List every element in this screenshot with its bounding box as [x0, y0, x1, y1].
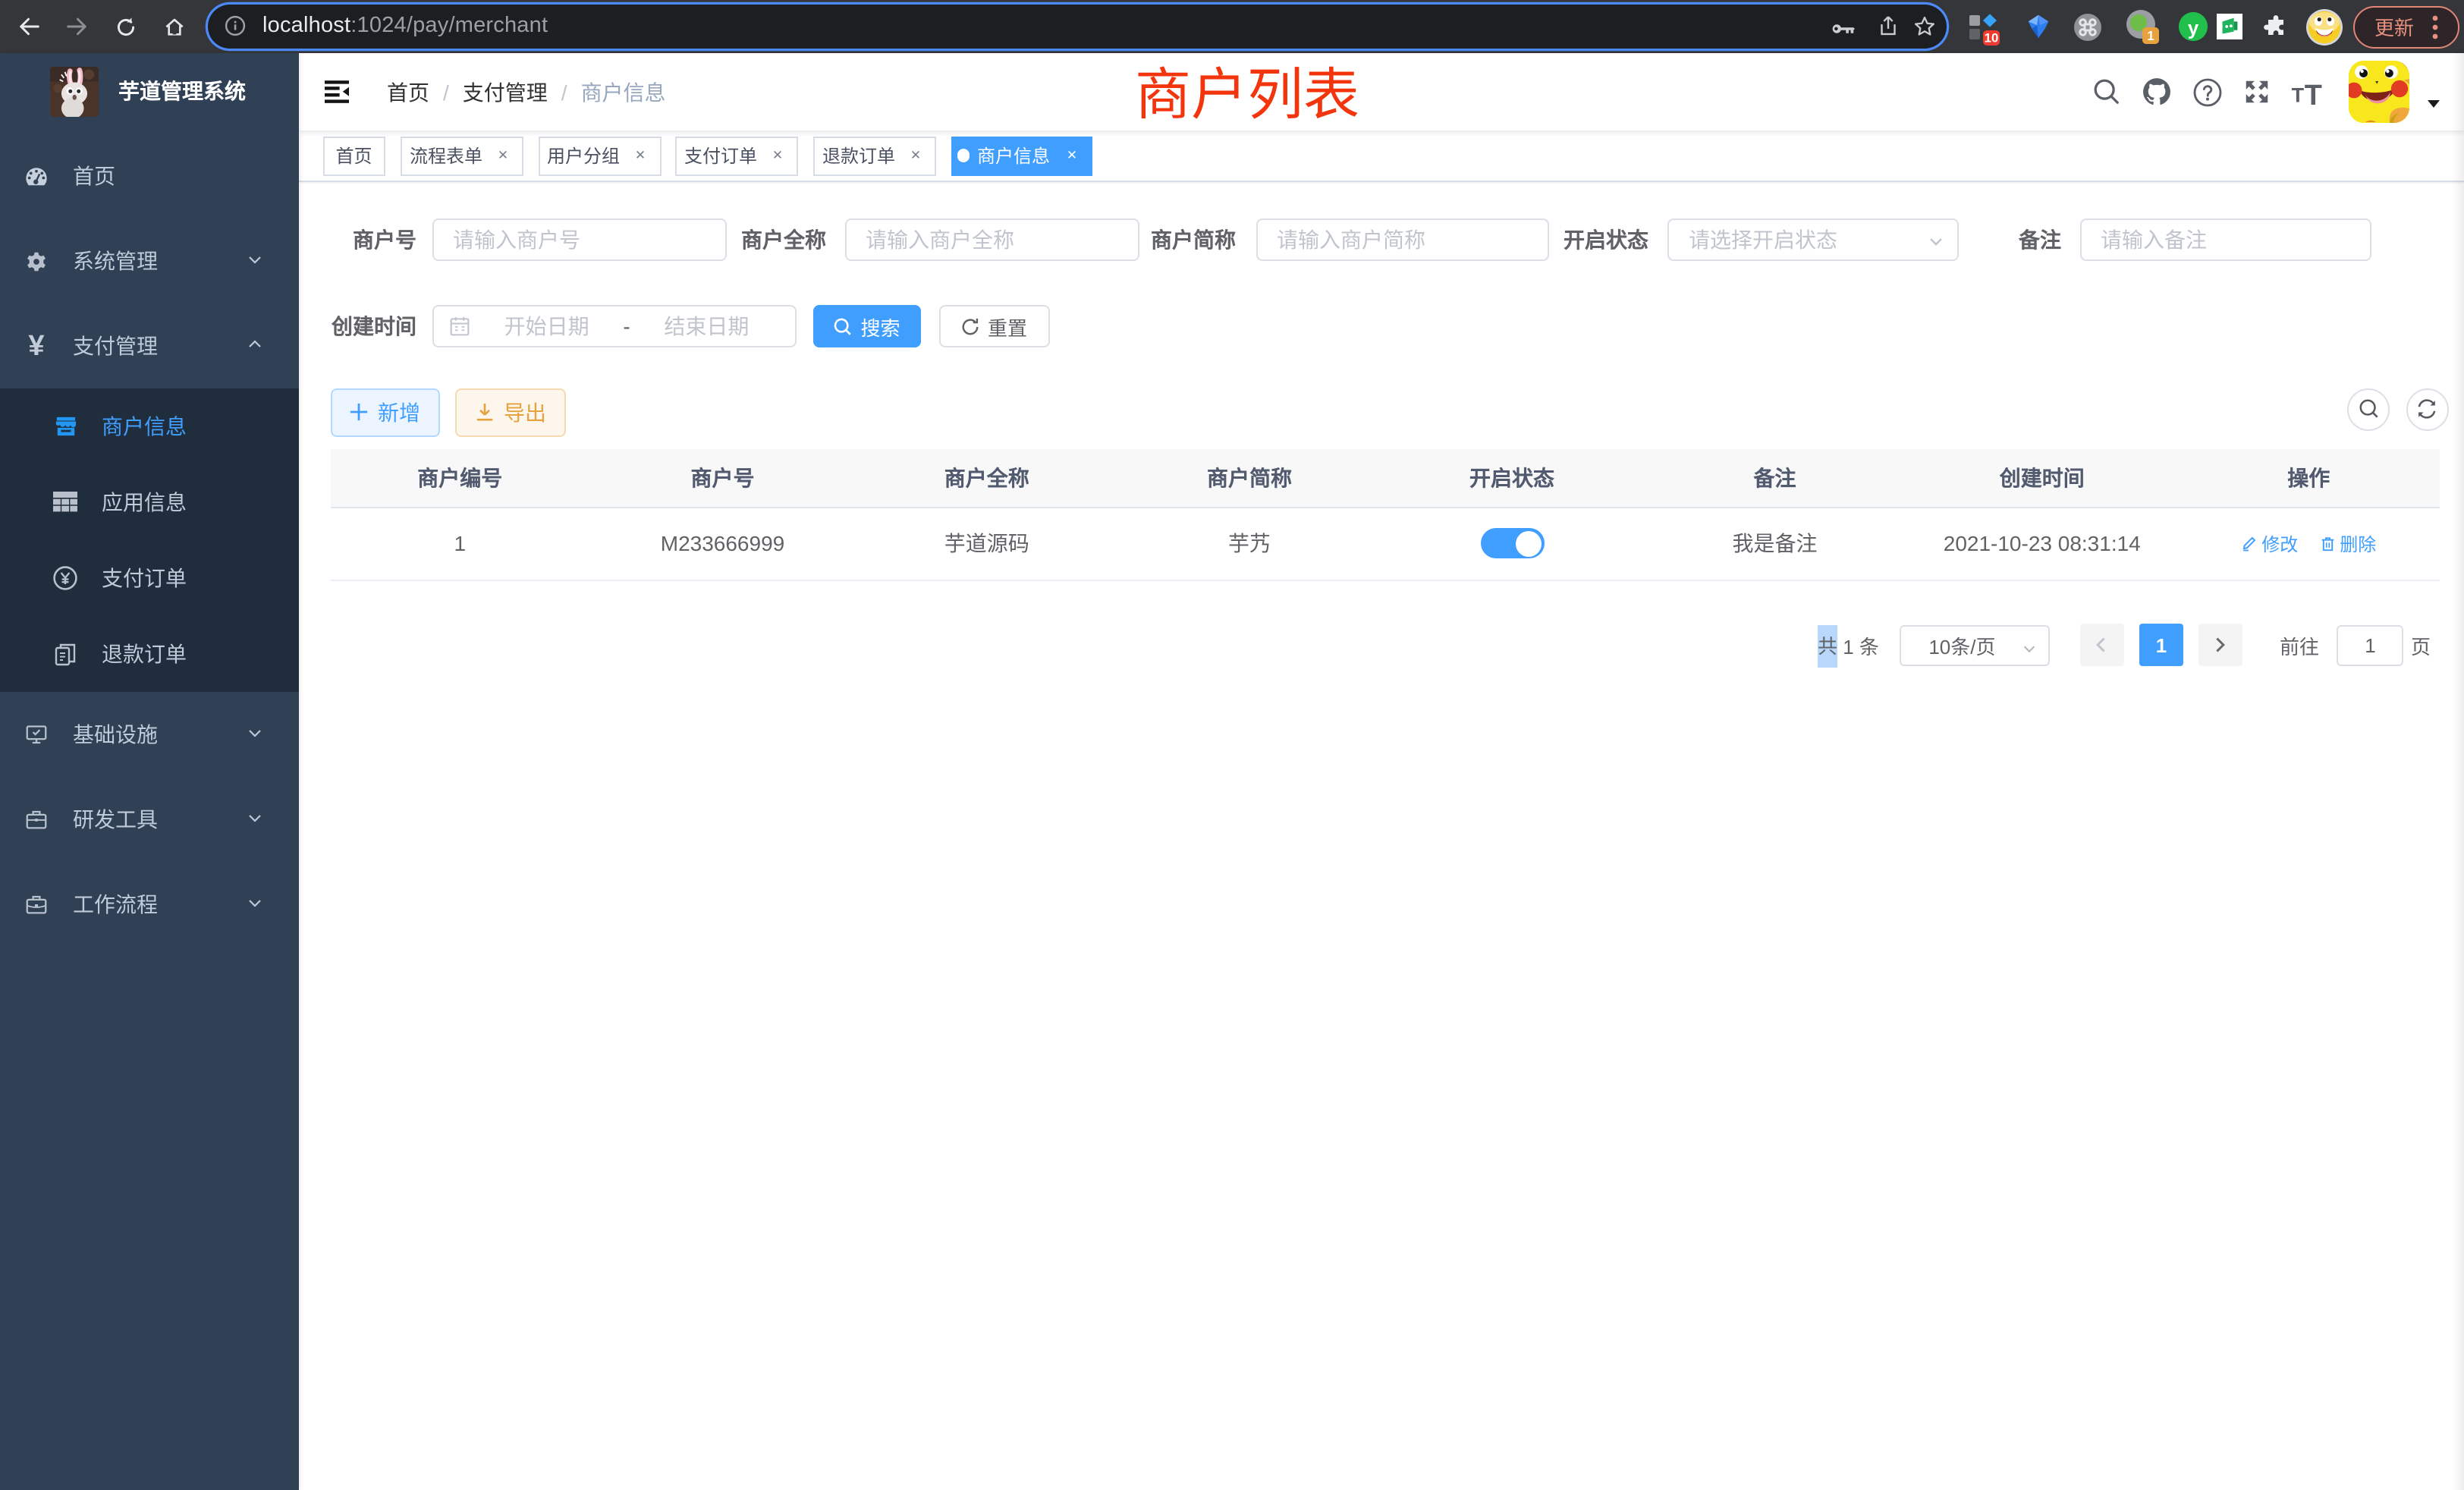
svg-text:y: y — [2187, 18, 2198, 39]
svg-text:T: T — [2305, 79, 2322, 105]
svg-text:1: 1 — [2147, 27, 2154, 42]
svg-text:10: 10 — [1985, 30, 1999, 45]
svg-text:T: T — [2292, 83, 2305, 105]
